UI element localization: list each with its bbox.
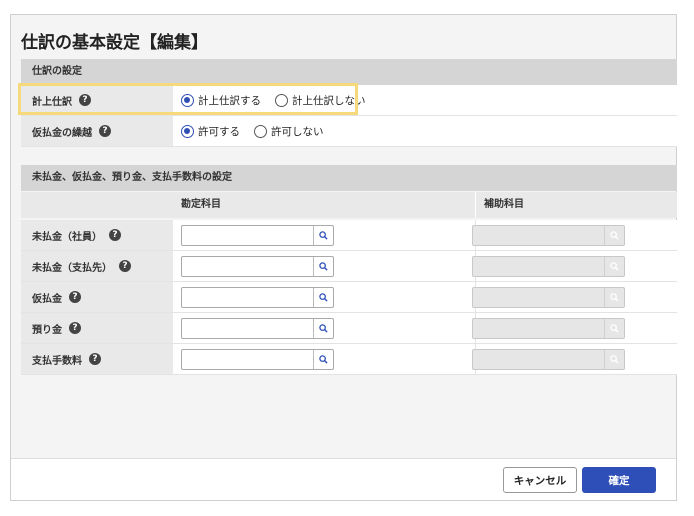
help-icon[interactable]: ? bbox=[119, 260, 131, 272]
section-heading-journal: 仕訳の設定 bbox=[21, 59, 677, 85]
radio-label: 許可しない bbox=[271, 125, 324, 138]
row-advance-carryover: 仮払金の繰越 ? 許可する 許可しない bbox=[21, 116, 677, 147]
account-input[interactable] bbox=[181, 318, 334, 339]
row-label: 預り金? bbox=[21, 313, 173, 343]
column-header-account: 勘定科目 bbox=[181, 199, 221, 210]
help-icon[interactable]: ? bbox=[89, 353, 101, 365]
account-row: 支払手数料? bbox=[21, 344, 677, 375]
dialog-footer: キャンセル 確定 bbox=[11, 458, 676, 500]
row-label-text: 仮払金 bbox=[32, 293, 62, 305]
help-icon[interactable]: ? bbox=[109, 229, 121, 241]
account-row: 仮払金? bbox=[21, 282, 677, 313]
radio-allow[interactable]: 許可する bbox=[181, 124, 240, 139]
column-header-sub-account: 補助科目 bbox=[475, 192, 677, 218]
search-icon bbox=[604, 350, 624, 369]
sub-account-input bbox=[472, 225, 625, 246]
search-icon bbox=[604, 226, 624, 245]
account-input[interactable] bbox=[181, 287, 334, 308]
cancel-button[interactable]: キャンセル bbox=[503, 467, 577, 493]
sub-account-input bbox=[472, 256, 625, 277]
radio-disallow[interactable]: 許可しない bbox=[254, 124, 324, 139]
account-input[interactable] bbox=[181, 225, 334, 246]
row-label: 仮払金の繰越 ? bbox=[21, 116, 173, 146]
help-icon[interactable]: ? bbox=[99, 125, 111, 137]
search-icon bbox=[604, 319, 624, 338]
radio-checked-icon[interactable] bbox=[181, 124, 194, 138]
account-input[interactable] bbox=[181, 349, 334, 370]
radio-group-advance-carryover: 許可する 許可しない bbox=[181, 116, 338, 146]
row-label: 仮払金? bbox=[21, 282, 173, 312]
search-icon bbox=[604, 288, 624, 307]
highlight-frame bbox=[18, 83, 358, 115]
help-icon[interactable]: ? bbox=[69, 291, 81, 303]
row-label: 未払金（社員）? bbox=[21, 220, 173, 250]
search-icon[interactable] bbox=[313, 288, 333, 307]
account-row: 預り金? bbox=[21, 313, 677, 344]
row-label-text: 未払金（支払先） bbox=[32, 262, 112, 274]
dialog-title: 仕訳の基本設定【編集】 bbox=[21, 33, 208, 53]
sub-account-input bbox=[472, 318, 625, 339]
row-label-text: 預り金 bbox=[32, 324, 62, 336]
search-icon[interactable] bbox=[313, 319, 333, 338]
sub-account-input bbox=[472, 287, 625, 308]
search-icon[interactable] bbox=[313, 226, 333, 245]
radio-unchecked-icon[interactable] bbox=[254, 124, 267, 138]
sub-account-input bbox=[472, 349, 625, 370]
help-icon[interactable]: ? bbox=[69, 322, 81, 334]
row-label-text: 仮払金の繰越 bbox=[32, 127, 92, 139]
section-heading-accounts: 未払金、仮払金、預り金、支払手数料の設定 bbox=[21, 165, 677, 191]
column-header-row: 勘定科目 補助科目 bbox=[21, 192, 677, 218]
row-label-text: 支払手数料 bbox=[32, 355, 82, 367]
search-icon bbox=[604, 257, 624, 276]
row-label: 未払金（支払先）? bbox=[21, 251, 173, 281]
account-input[interactable] bbox=[181, 256, 334, 277]
search-icon[interactable] bbox=[313, 257, 333, 276]
account-row: 未払金（支払先）? bbox=[21, 251, 677, 282]
account-row: 未払金（社員）? bbox=[21, 220, 677, 251]
radio-label: 許可する bbox=[198, 125, 240, 138]
row-label-text: 未払金（社員） bbox=[32, 231, 102, 243]
search-icon[interactable] bbox=[313, 350, 333, 369]
row-label: 支払手数料? bbox=[21, 344, 173, 374]
confirm-button[interactable]: 確定 bbox=[582, 467, 656, 493]
